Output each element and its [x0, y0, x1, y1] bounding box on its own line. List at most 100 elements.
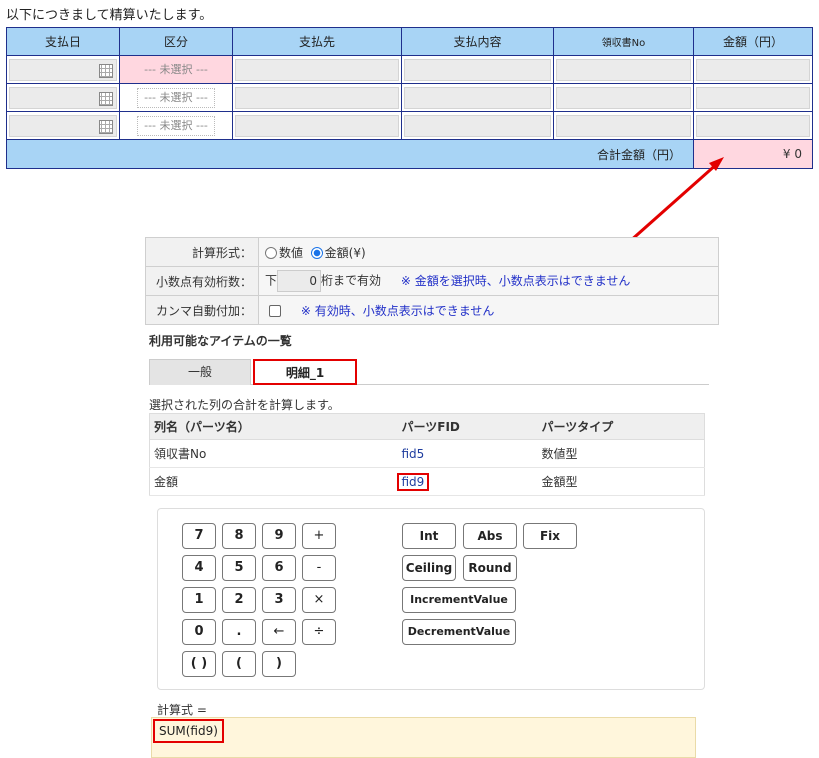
receipt-no-input[interactable] — [556, 114, 691, 137]
header-description: 支払内容 — [401, 27, 554, 56]
amount-input[interactable] — [696, 58, 810, 81]
key-4[interactable]: 4 — [182, 555, 216, 581]
settings-table: 計算形式： 数値 金額(¥) 小数点有効桁数： 下 0 桁まで有効 ※ 金額を選択時… — [145, 237, 719, 325]
decimal-prefix: 下 — [265, 273, 278, 288]
col-name: 金額 — [149, 467, 398, 496]
key-decimal[interactable]: . — [222, 619, 256, 645]
formula-label: 計算式 = — [157, 703, 207, 717]
expense-row: --- 未選択 --- — [6, 83, 813, 112]
key-6[interactable]: 6 — [262, 555, 296, 581]
func-ceiling-button[interactable]: Ceiling — [402, 555, 456, 581]
formula-text: SUM(fid9) — [153, 719, 224, 743]
calendar-icon[interactable] — [99, 63, 113, 78]
columns-table: 列名（パーツ名） パーツFID パーツタイプ 領収書No fid5 数値型 金額… — [149, 413, 705, 496]
col-fid[interactable]: fid9 — [396, 467, 538, 496]
item-tabs: 一般 明細_1 — [149, 357, 709, 385]
comma-checkbox[interactable] — [269, 304, 281, 317]
description-input[interactable] — [404, 58, 551, 81]
table-row[interactable]: 金額 fid9 金額型 — [149, 467, 705, 496]
total-value: ¥ 0 — [693, 139, 813, 169]
key-3[interactable]: 3 — [262, 587, 296, 613]
expense-table: 支払日 区分 支払先 支払内容 領収書No 金額（円） --- 未選択 --- … — [6, 27, 813, 169]
payee-input[interactable] — [235, 58, 399, 81]
comma-label: カンマ自動付加： — [145, 295, 259, 325]
col-name: 領収書No — [149, 439, 398, 468]
keypad-box: 7 8 9 + 4 5 6 - 1 2 3 × 0 . ← ÷ ( ) ( ) … — [157, 508, 705, 690]
key-8[interactable]: 8 — [222, 523, 256, 549]
pay-date-input[interactable] — [9, 86, 117, 109]
description-text: 選択された列の合計を計算します。 — [149, 398, 340, 412]
intro-text: 以下につきまして精算いたします。 — [6, 8, 213, 23]
total-label: 合計金額（円） — [6, 139, 694, 169]
pay-date-input[interactable] — [9, 58, 117, 81]
key-5[interactable]: 5 — [222, 555, 256, 581]
func-round-button[interactable]: Round — [463, 555, 517, 581]
key-close-paren[interactable]: ) — [262, 651, 296, 677]
amount-input[interactable] — [696, 86, 810, 109]
comma-options: ※ 有効時、小数点表示はできません — [258, 295, 719, 325]
func-decrement-button[interactable]: DecrementValue — [402, 619, 516, 645]
key-2[interactable]: 2 — [222, 587, 256, 613]
tab-detail[interactable]: 明細_1 — [253, 359, 357, 385]
calc-format-options: 数値 金額(¥) — [258, 237, 719, 267]
key-0[interactable]: 0 — [182, 619, 216, 645]
col-header-fid: パーツFID — [397, 413, 538, 440]
category-select[interactable]: --- 未選択 --- — [137, 115, 215, 136]
calendar-icon[interactable] — [99, 119, 113, 134]
header-receipt-no: 領収書No — [553, 27, 694, 56]
category-select[interactable]: --- 未選択 --- — [137, 59, 215, 80]
key-plus[interactable]: + — [302, 523, 336, 549]
calendar-icon[interactable] — [99, 91, 113, 106]
decimal-options: 下 0 桁まで有効 ※ 金額を選択時、小数点表示はできません — [258, 266, 719, 296]
func-increment-button[interactable]: IncrementValue — [402, 587, 516, 613]
radio-amount[interactable] — [310, 246, 323, 259]
formula-input[interactable]: SUM(fid9) — [151, 717, 696, 758]
header-pay-date: 支払日 — [6, 27, 120, 56]
calc-settings-panel: 計算形式： 数値 金額(¥) 小数点有効桁数： 下 0 桁まで有効 ※ 金額を選択時… — [145, 237, 721, 758]
expense-row: --- 未選択 --- — [6, 55, 813, 84]
key-7[interactable]: 7 — [182, 523, 216, 549]
decimal-note: ※ 金額を選択時、小数点表示はできません — [400, 273, 631, 288]
key-parens[interactable]: ( ) — [182, 651, 216, 677]
expense-row: --- 未選択 --- — [6, 111, 813, 140]
radio-numeric-label: 数値 — [279, 245, 304, 260]
category-select[interactable]: --- 未選択 --- — [137, 87, 215, 108]
payee-input[interactable] — [235, 114, 399, 137]
comma-note: ※ 有効時、小数点表示はできません — [300, 303, 495, 318]
description-input[interactable] — [404, 86, 551, 109]
key-divide[interactable]: ÷ — [302, 619, 336, 645]
func-int-button[interactable]: Int — [402, 523, 456, 549]
table-row[interactable]: 領収書No fid5 数値型 — [149, 439, 705, 468]
key-multiply[interactable]: × — [302, 587, 336, 613]
col-fid[interactable]: fid5 — [397, 439, 538, 468]
key-9[interactable]: 9 — [262, 523, 296, 549]
key-1[interactable]: 1 — [182, 587, 216, 613]
decimal-digits-input[interactable]: 0 — [277, 270, 322, 292]
key-minus[interactable]: - — [302, 555, 336, 581]
pay-date-input[interactable] — [9, 114, 117, 137]
col-type: 金額型 — [537, 467, 705, 496]
func-abs-button[interactable]: Abs — [463, 523, 517, 549]
header-category: 区分 — [119, 27, 233, 56]
backspace-key[interactable]: ← — [262, 619, 296, 645]
key-open-paren[interactable]: ( — [222, 651, 256, 677]
total-row: 合計金額（円） ¥ 0 — [6, 139, 813, 169]
expense-header-row: 支払日 区分 支払先 支払内容 領収書No 金額（円） — [6, 27, 813, 56]
tab-general[interactable]: 一般 — [149, 359, 251, 385]
radio-amount-label: 金額(¥) — [324, 245, 366, 260]
header-amount: 金額（円） — [693, 27, 813, 56]
fid-link[interactable]: fid9 — [396, 472, 430, 491]
fid-link[interactable]: fid5 — [402, 447, 425, 461]
calc-format-label: 計算形式： — [145, 237, 259, 267]
col-header-type: パーツタイプ — [537, 413, 705, 440]
decimal-label: 小数点有効桁数： — [145, 266, 259, 296]
receipt-no-input[interactable] — [556, 86, 691, 109]
receipt-no-input[interactable] — [556, 58, 691, 81]
payee-input[interactable] — [235, 86, 399, 109]
radio-numeric[interactable] — [265, 246, 277, 259]
amount-input[interactable] — [696, 114, 810, 137]
col-header-name: 列名（パーツ名） — [149, 413, 398, 440]
func-fix-button[interactable]: Fix — [523, 523, 577, 549]
items-heading: 利用可能なアイテムの一覧 — [149, 334, 292, 348]
description-input[interactable] — [404, 114, 551, 137]
